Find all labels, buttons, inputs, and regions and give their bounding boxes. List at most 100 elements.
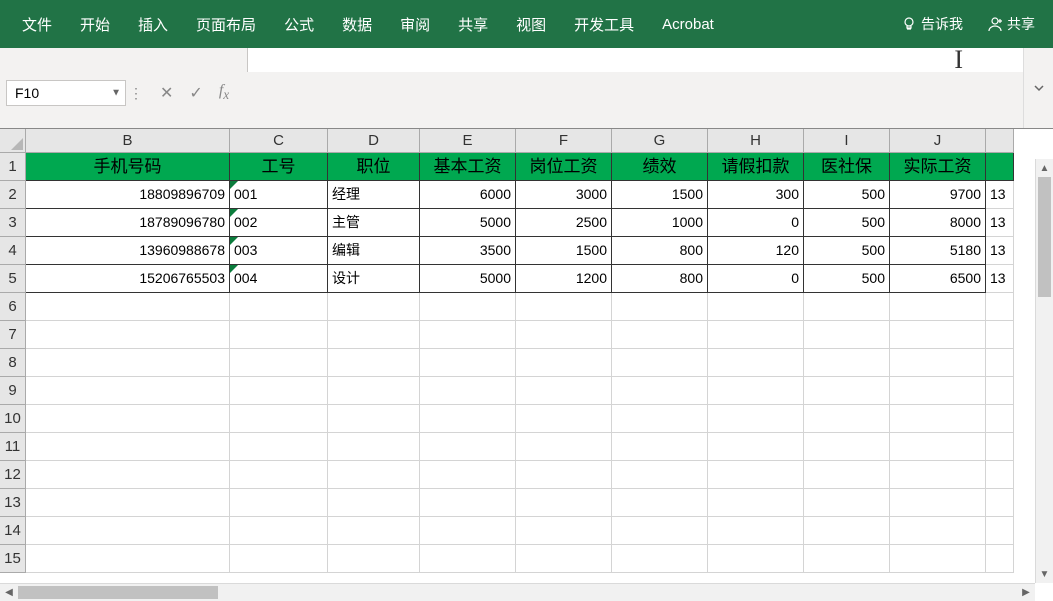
- chevron-down-icon[interactable]: ▼: [111, 88, 121, 99]
- cell-H9[interactable]: [708, 377, 804, 405]
- ribbon-tab-share[interactable]: 共享: [444, 0, 502, 48]
- cell-I7[interactable]: [804, 321, 890, 349]
- cell-H15[interactable]: [708, 545, 804, 573]
- row-header-6[interactable]: 6: [0, 293, 26, 321]
- cell-I4[interactable]: 500: [804, 237, 890, 265]
- cell-J4[interactable]: 5180: [890, 237, 986, 265]
- cell-F5[interactable]: 1200: [516, 265, 612, 293]
- cell-D5[interactable]: 设计: [328, 265, 420, 293]
- hscroll-thumb[interactable]: [18, 586, 218, 599]
- cell-I1[interactable]: 医社保: [804, 153, 890, 181]
- tell-me-button[interactable]: 告诉我: [891, 0, 973, 48]
- cell-I3[interactable]: 500: [804, 209, 890, 237]
- col-header-K[interactable]: [986, 129, 1014, 153]
- cell-B7[interactable]: [26, 321, 230, 349]
- ribbon-tab-formulas[interactable]: 公式: [270, 0, 328, 48]
- cell-B10[interactable]: [26, 405, 230, 433]
- scroll-up-icon[interactable]: ▲: [1036, 159, 1053, 177]
- col-header-J[interactable]: J: [890, 129, 986, 153]
- cell-I9[interactable]: [804, 377, 890, 405]
- vertical-scrollbar[interactable]: ▲ ▼: [1035, 159, 1053, 583]
- cell-C9[interactable]: [230, 377, 328, 405]
- cell-K13[interactable]: [986, 489, 1014, 517]
- col-header-G[interactable]: G: [612, 129, 708, 153]
- cell-F1[interactable]: 岗位工资: [516, 153, 612, 181]
- cell-K8[interactable]: [986, 349, 1014, 377]
- cell-B5[interactable]: 15206765503: [26, 265, 230, 293]
- row-header-7[interactable]: 7: [0, 321, 26, 349]
- cell-E15[interactable]: [420, 545, 516, 573]
- cell-C4[interactable]: 003: [230, 237, 328, 265]
- cell-J7[interactable]: [890, 321, 986, 349]
- row-header-15[interactable]: 15: [0, 545, 26, 573]
- cell-F6[interactable]: [516, 293, 612, 321]
- cell-F3[interactable]: 2500: [516, 209, 612, 237]
- cell-H14[interactable]: [708, 517, 804, 545]
- cell-G6[interactable]: [612, 293, 708, 321]
- cell-G7[interactable]: [612, 321, 708, 349]
- cell-D1[interactable]: 职位: [328, 153, 420, 181]
- cell-H2[interactable]: 300: [708, 181, 804, 209]
- cell-G4[interactable]: 800: [612, 237, 708, 265]
- cell-G14[interactable]: [612, 517, 708, 545]
- cell-K10[interactable]: [986, 405, 1014, 433]
- cell-E4[interactable]: 3500: [420, 237, 516, 265]
- cell-B15[interactable]: [26, 545, 230, 573]
- cancel-icon[interactable]: ✕: [160, 83, 173, 103]
- cell-J11[interactable]: [890, 433, 986, 461]
- cell-I13[interactable]: [804, 489, 890, 517]
- row-header-3[interactable]: 3: [0, 209, 26, 237]
- cell-E5[interactable]: 5000: [420, 265, 516, 293]
- cell-C15[interactable]: [230, 545, 328, 573]
- cell-C2[interactable]: 001: [230, 181, 328, 209]
- cell-E7[interactable]: [420, 321, 516, 349]
- cell-C6[interactable]: [230, 293, 328, 321]
- cell-E9[interactable]: [420, 377, 516, 405]
- cell-B3[interactable]: 18789096780: [26, 209, 230, 237]
- col-header-H[interactable]: H: [708, 129, 804, 153]
- cell-C8[interactable]: [230, 349, 328, 377]
- cell-H7[interactable]: [708, 321, 804, 349]
- cell-F11[interactable]: [516, 433, 612, 461]
- cell-G15[interactable]: [612, 545, 708, 573]
- ribbon-tab-acrobat[interactable]: Acrobat: [648, 0, 728, 48]
- cell-D7[interactable]: [328, 321, 420, 349]
- row-header-1[interactable]: 1: [0, 153, 26, 181]
- select-all-triangle[interactable]: [0, 129, 26, 153]
- cell-F12[interactable]: [516, 461, 612, 489]
- cell-C13[interactable]: [230, 489, 328, 517]
- cell-I11[interactable]: [804, 433, 890, 461]
- cell-C3[interactable]: 002: [230, 209, 328, 237]
- fx-icon[interactable]: fx: [219, 82, 229, 103]
- cell-G2[interactable]: 1500: [612, 181, 708, 209]
- row-header-9[interactable]: 9: [0, 377, 26, 405]
- cell-F9[interactable]: [516, 377, 612, 405]
- cell-B1[interactable]: 手机号码: [26, 153, 230, 181]
- ribbon-tab-pagelayout[interactable]: 页面布局: [182, 0, 270, 48]
- cell-E8[interactable]: [420, 349, 516, 377]
- cell-K14[interactable]: [986, 517, 1014, 545]
- row-header-8[interactable]: 8: [0, 349, 26, 377]
- cell-B6[interactable]: [26, 293, 230, 321]
- confirm-icon[interactable]: ✓: [189, 83, 202, 103]
- row-header-2[interactable]: 2: [0, 181, 26, 209]
- cell-E6[interactable]: [420, 293, 516, 321]
- cell-D8[interactable]: [328, 349, 420, 377]
- scroll-right-icon[interactable]: ▶: [1017, 584, 1035, 601]
- cell-J3[interactable]: 8000: [890, 209, 986, 237]
- cell-I15[interactable]: [804, 545, 890, 573]
- cell-B12[interactable]: [26, 461, 230, 489]
- cell-J2[interactable]: 9700: [890, 181, 986, 209]
- cell-E11[interactable]: [420, 433, 516, 461]
- cell-C10[interactable]: [230, 405, 328, 433]
- ribbon-tab-home[interactable]: 开始: [66, 0, 124, 48]
- cell-K11[interactable]: [986, 433, 1014, 461]
- cell-G5[interactable]: 800: [612, 265, 708, 293]
- cell-D15[interactable]: [328, 545, 420, 573]
- cell-H8[interactable]: [708, 349, 804, 377]
- cell-I12[interactable]: [804, 461, 890, 489]
- cell-I2[interactable]: 500: [804, 181, 890, 209]
- cell-K15[interactable]: [986, 545, 1014, 573]
- cell-D3[interactable]: 主管: [328, 209, 420, 237]
- row-header-13[interactable]: 13: [0, 489, 26, 517]
